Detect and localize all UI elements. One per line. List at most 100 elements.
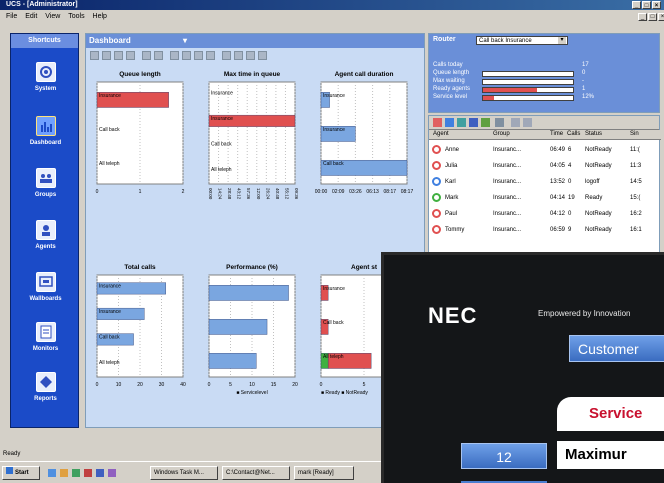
chart-queue-length: Queue length 0 1 2 Insurance Call back All te… — [91, 71, 189, 216]
agent-tool-3-icon[interactable] — [457, 118, 466, 127]
agent-tool-4-icon[interactable] — [469, 118, 478, 127]
quicklaunch-icon[interactable] — [108, 469, 116, 477]
title-bar: UCS - [Administrator] _ □ × — [0, 0, 664, 10]
category-label: Call back — [323, 161, 344, 167]
agent-tool-7-icon[interactable] — [511, 118, 520, 127]
agent-row[interactable]: Mark Insuranc... 04:14 19 Ready 15:( — [429, 190, 661, 206]
notready-status-icon — [432, 209, 441, 218]
agent-calls: 4 — [568, 163, 572, 169]
view-2-icon[interactable] — [234, 51, 243, 60]
new-icon[interactable] — [90, 51, 99, 60]
mdi-maximize-button[interactable]: □ — [648, 13, 657, 21]
quicklaunch-icon[interactable] — [60, 469, 68, 477]
quicklaunch-icon[interactable] — [48, 469, 56, 477]
wallboards-icon — [35, 272, 56, 292]
agent-tool-5-icon[interactable] — [481, 118, 490, 127]
task-mark-ready[interactable]: mark [Ready] — [294, 466, 354, 480]
mdi-minimize-button[interactable]: _ — [638, 13, 647, 21]
paste-icon[interactable] — [114, 51, 123, 60]
quicklaunch-icon[interactable] — [84, 469, 92, 477]
chart-svg: 0 10 20 30 40 Insurance Insurance Call back All … — [96, 274, 186, 388]
menu-tools[interactable]: Tools — [68, 13, 84, 20]
col-agent[interactable]: Agent — [433, 131, 449, 137]
view-1-icon[interactable] — [222, 51, 231, 60]
layout-2-icon[interactable] — [182, 51, 191, 60]
properties-icon[interactable] — [142, 51, 151, 60]
menu-edit[interactable]: Edit — [25, 13, 37, 20]
agent-row[interactable]: Karl Insuranc... 13:52 0 logoff 14:5 — [429, 174, 661, 190]
sidebar-item-system[interactable]: System — [11, 62, 80, 92]
chart-title: Total calls — [124, 264, 156, 271]
layout-3-icon[interactable] — [194, 51, 203, 60]
agent-row[interactable]: Tommy Insuranc... 06:59 9 NotReady 16:1 — [429, 222, 661, 238]
task-contact-net[interactable]: C:\Contact@Net... — [222, 466, 290, 480]
minimize-button[interactable]: _ — [632, 1, 641, 9]
router-select[interactable]: Call back Insurance ▾ — [476, 36, 568, 45]
menu-help[interactable]: Help — [93, 13, 107, 20]
agent-status: logoff — [585, 179, 600, 185]
category-label: All teleph — [99, 360, 120, 366]
dashboard-title: Dashboard ▾ — [86, 34, 424, 48]
router-label: Router — [433, 36, 456, 43]
start-button[interactable]: Start — [2, 466, 40, 480]
tick-label: 10 — [249, 382, 255, 388]
tick-label: 12:00 — [256, 188, 261, 200]
tick-label: 57:36 — [246, 188, 251, 200]
agent-name: Tommy — [445, 227, 465, 233]
copy-icon[interactable] — [102, 51, 111, 60]
chevron-down-icon[interactable]: ▾ — [558, 37, 566, 44]
col-group[interactable]: Group — [493, 131, 510, 137]
nec-overlay-screen: NEC Empowered by Innovation Customer Ser… — [381, 252, 664, 483]
sidebar-item-monitors[interactable]: Monitors — [11, 322, 80, 352]
tick-label: 08:17 — [401, 189, 413, 195]
nec-tagline: Empowered by Innovation — [538, 309, 631, 318]
view-4-icon[interactable] — [258, 51, 267, 60]
layout-1-icon[interactable] — [170, 51, 179, 60]
view-3-icon[interactable] — [246, 51, 255, 60]
col-calls[interactable]: Calls — [567, 131, 580, 137]
menu-file[interactable]: File — [6, 13, 17, 20]
chevron-down-icon[interactable]: ▾ — [183, 34, 187, 48]
maximize-button[interactable]: □ — [642, 1, 651, 9]
agent-row[interactable]: Paul Insuranc... 04:12 0 NotReady 16:2 — [429, 206, 661, 222]
close-button[interactable]: × — [652, 1, 661, 9]
queue-length-bar — [482, 71, 574, 77]
menu-view[interactable]: View — [45, 13, 60, 20]
refresh-icon[interactable] — [154, 51, 163, 60]
agent-tool-2-icon[interactable] — [445, 118, 454, 127]
mdi-close-button[interactable]: × — [658, 13, 664, 21]
metric-label: Maximur — [557, 441, 664, 469]
agent-tool-8-icon[interactable] — [523, 118, 532, 127]
sidebar-item-agents[interactable]: Agents — [11, 220, 80, 250]
agent-row[interactable]: Julia Insuranc... 04:05 4 NotReady 11:3 — [429, 158, 661, 174]
agent-calls: 0 — [568, 179, 572, 185]
sidebar-item-groups[interactable]: Groups — [11, 168, 80, 198]
quicklaunch-icon[interactable] — [72, 469, 80, 477]
agent-tool-6-icon[interactable] — [495, 118, 504, 127]
sidebar-item-dashboard[interactable]: Dashboard — [11, 116, 80, 146]
tick-label: 55:12 — [284, 188, 289, 200]
agent-status: NotReady — [585, 227, 612, 233]
category-label: Insurance — [323, 127, 345, 133]
agent-toolbar — [429, 116, 659, 130]
sidebar-item-reports[interactable]: Reports — [11, 372, 80, 402]
task-windows-task-manager[interactable]: Windows Task M... — [150, 466, 218, 480]
quicklaunch-icon[interactable] — [96, 469, 104, 477]
monitors-icon — [35, 322, 56, 342]
agent-row[interactable]: Anne Insuranc... 06:49 6 NotReady 11:( — [429, 142, 661, 158]
chart-title: Agent call duration — [334, 71, 394, 78]
col-since[interactable]: Sin — [630, 131, 639, 137]
tick-label: 43:12 — [237, 188, 242, 200]
agent-calls: 0 — [568, 211, 572, 217]
sidebar-item-label: Dashboard — [29, 140, 62, 146]
agent-tool-1-icon[interactable] — [433, 118, 442, 127]
agent-name: Paul — [445, 211, 458, 217]
delete-icon[interactable] — [126, 51, 135, 60]
sidebar-item-wallboards[interactable]: Wallboards — [11, 272, 80, 302]
col-time[interactable]: Time — [550, 131, 563, 137]
category-label: Insurance — [99, 93, 121, 99]
layout-4-icon[interactable] — [206, 51, 215, 60]
tick-label: 20 — [137, 382, 143, 388]
col-status[interactable]: Status — [585, 131, 602, 137]
agent-time: 13:52 — [550, 179, 566, 185]
